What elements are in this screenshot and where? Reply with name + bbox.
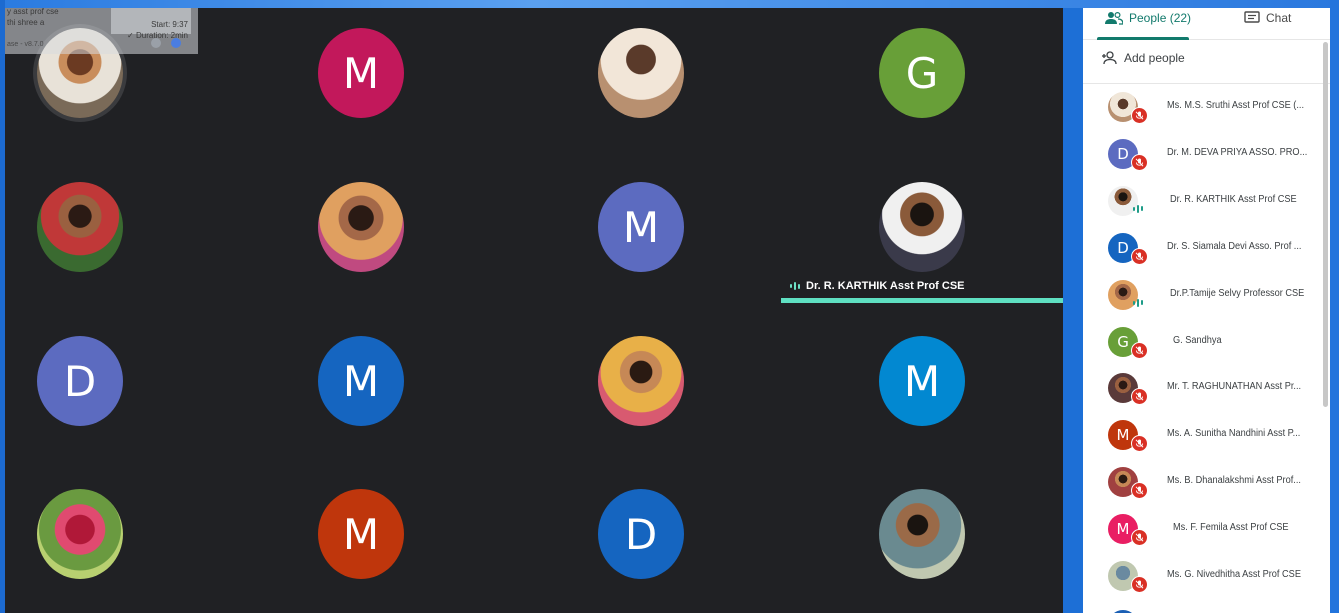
floating-window-line-3: ase - v8.7.0: [7, 41, 44, 48]
participant-name: Dr. S. Siamala Devi Asso. Prof ...: [1167, 240, 1302, 252]
tab-people-label: People (22): [1129, 11, 1192, 25]
speaking-indicator-icon: [790, 282, 800, 290]
mic-off-icon: [1131, 247, 1148, 265]
active-speaker-name: Dr. R. KARTHIK Asst Prof CSE: [806, 280, 965, 292]
participant-row[interactable]: Ms. M.S. Sruthi Asst Prof CSE (...: [1083, 85, 1323, 131]
participant-avatar: M: [318, 336, 404, 426]
tab-people[interactable]: People (22): [1105, 11, 1191, 25]
participant-list-scrollbar[interactable]: [1323, 42, 1328, 407]
participant-photo: [598, 336, 684, 426]
participant-row[interactable]: Ms. B. Dhanalakshmi Asst Prof...: [1083, 460, 1323, 506]
participant-photo: [598, 28, 684, 118]
help-icon[interactable]: [171, 38, 181, 48]
mic-off-icon: [1131, 482, 1148, 500]
floating-window[interactable]: y asst prof cse thi shree a ase - v8.7.0…: [5, 8, 198, 54]
meeting-timer: Start: 9:37 ✓ Duration: 2min: [111, 8, 191, 40]
floating-window-line-1: y asst prof cse: [7, 8, 59, 16]
mic-off-icon: [1131, 388, 1148, 406]
participant-name: Mr. T. RAGHUNATHAN Asst Pr...: [1167, 381, 1302, 393]
tab-chat-label: Chat: [1266, 11, 1292, 25]
participant-row[interactable]: M Ms. F. Femila Asst Prof CSE: [1083, 507, 1323, 553]
participant-name: Ms. M.S. Sruthi Asst Prof CSE (...: [1167, 100, 1305, 111]
participant-row[interactable]: Ms. G. Nivedhitha Asst Prof CSE: [1083, 554, 1323, 600]
participant-row[interactable]: Dr.P.Tamije Selvy Professor CSE: [1083, 273, 1323, 319]
participant-row[interactable]: D Dr. S. Siamala Devi Asso. Prof ...: [1083, 226, 1323, 272]
add-person-icon: [1102, 51, 1117, 65]
participant-row[interactable]: D Dr. M. DEVA PRIYA ASSO. PRO...: [1083, 132, 1323, 178]
video-grid: MGMDMMMD: [5, 8, 1063, 613]
participant-name: Ms. B. Dhanalakshmi Asst Prof...: [1167, 475, 1301, 487]
participant-row[interactable]: M Ms. A. Sunitha Nandhini Asst P...: [1083, 413, 1323, 459]
participant-photo: [879, 489, 965, 579]
participant-name: Dr.P.Tamije Selvy Professor CSE: [1170, 287, 1305, 299]
window-top-border: [0, 0, 1339, 8]
floating-window-controls: [151, 38, 181, 48]
participant-avatar: M: [318, 489, 404, 579]
participant-name: Ms. A. Sunitha Nandhini Asst P...: [1167, 428, 1301, 440]
participant-avatar: M: [318, 28, 404, 118]
mic-off-icon: [1131, 153, 1148, 171]
window-right-border: [1330, 0, 1339, 613]
people-panel: People (22) Chat Add people Ms. M.S. Sru…: [1083, 8, 1330, 613]
participant-avatar: M: [598, 182, 684, 272]
participant-name: Ms. G. Nivedhitha Asst Prof CSE: [1167, 569, 1301, 580]
mic-off-icon: [1131, 341, 1148, 359]
mic-off-icon: [1131, 435, 1148, 453]
tab-active-indicator: [1097, 37, 1189, 40]
add-people-label: Add people: [1124, 51, 1185, 65]
participant-photo: [879, 182, 965, 272]
chat-icon: [1244, 11, 1260, 23]
tab-chat[interactable]: Chat: [1244, 11, 1291, 25]
participant-name: Dr. M. DEVA PRIYA ASSO. PRO...: [1167, 146, 1308, 158]
people-icon: [1105, 11, 1123, 25]
mic-off-icon: [1131, 529, 1148, 547]
panel-tabs: People (22) Chat: [1083, 8, 1330, 40]
floating-window-line-2: thi shree a: [7, 18, 45, 27]
participant-row[interactable]: Mr. T. RAGHUNATHAN Asst Pr...: [1083, 366, 1323, 412]
participant-avatar: G: [879, 28, 965, 118]
participant-photo: [318, 182, 404, 272]
active-speaker-highlight: [781, 298, 1063, 303]
mic-off-icon: [1131, 107, 1148, 124]
speaking-indicator-icon: [1131, 297, 1145, 309]
divider: [1083, 83, 1330, 84]
participant-name: Dr. R. KARTHIK Asst Prof CSE: [1170, 193, 1297, 205]
participant-avatar: D: [37, 336, 123, 426]
participant-row[interactable]: Dr. R. KARTHIK Asst Prof CSE: [1083, 179, 1323, 225]
timer-start: Start: 9:37: [151, 20, 188, 29]
participant-row[interactable]: G G. Sandhya: [1083, 320, 1323, 366]
participant-photo: [37, 489, 123, 579]
participant-name: G. Sandhya: [1173, 334, 1222, 346]
active-speaker-label: Dr. R. KARTHIK Asst Prof CSE: [790, 280, 965, 292]
add-people-button[interactable]: Add people: [1101, 51, 1185, 65]
participant-avatar: M: [879, 336, 965, 426]
participant-name: Ms. F. Femila Asst Prof CSE: [1173, 522, 1289, 534]
participant-avatar: D: [598, 489, 684, 579]
speaking-indicator-icon: [1131, 203, 1145, 215]
participant-photo: [37, 182, 123, 272]
mic-off-icon: [1131, 576, 1148, 593]
settings-icon[interactable]: [151, 38, 161, 48]
